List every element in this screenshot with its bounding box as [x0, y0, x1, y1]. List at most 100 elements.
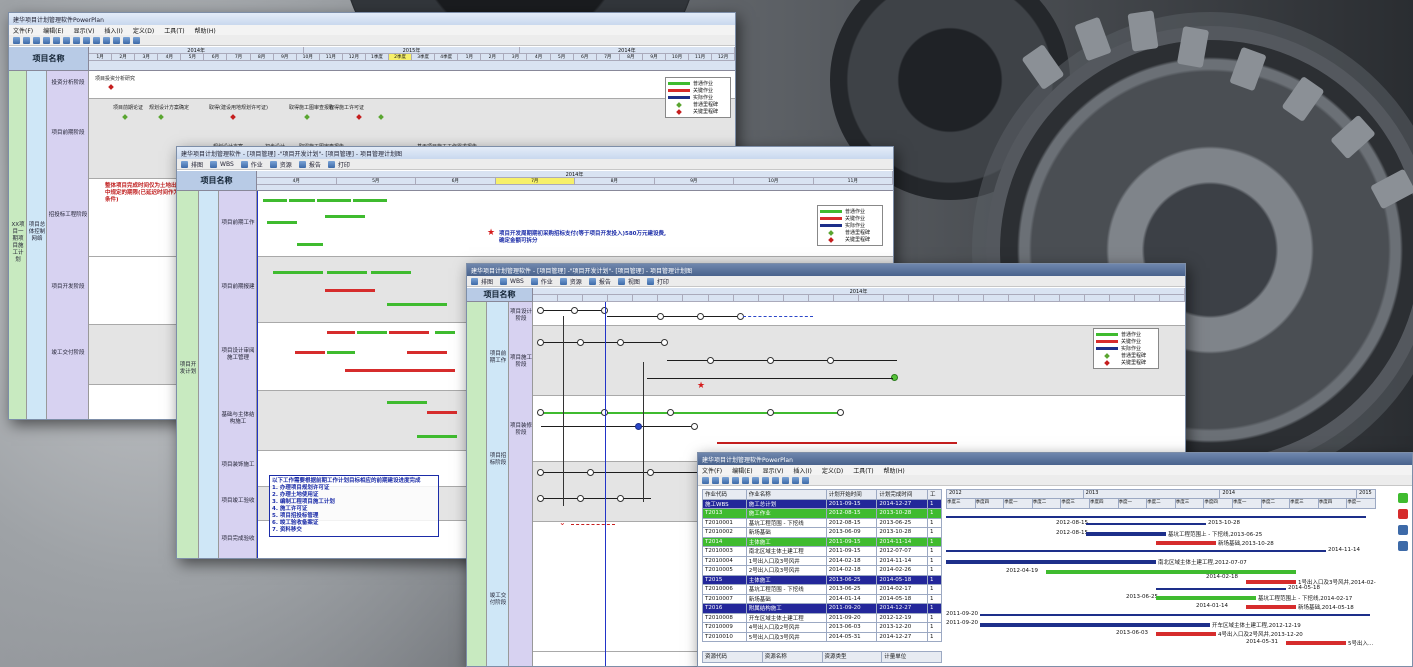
zoom-icon[interactable] [772, 476, 779, 484]
task-bar-critical[interactable] [295, 351, 325, 354]
task-bar-critical[interactable] [325, 289, 375, 292]
menu-insert[interactable]: 插入(I) [793, 466, 811, 475]
layout-icon[interactable] [181, 160, 188, 168]
menu-file[interactable]: 文件(F) [702, 466, 722, 475]
network-node[interactable] [661, 339, 668, 346]
task-bar[interactable] [353, 199, 387, 202]
resource-icon[interactable] [559, 277, 567, 285]
report-icon[interactable] [298, 160, 306, 168]
task-bar[interactable] [263, 199, 287, 202]
filter-icon[interactable] [103, 36, 110, 44]
toolbar-label[interactable]: WBS [510, 278, 524, 285]
column-header[interactable]: 计划开始时间 [825, 489, 878, 500]
task-bar[interactable] [267, 221, 297, 224]
task-bar-critical[interactable] [407, 351, 447, 354]
print-icon[interactable] [43, 36, 50, 44]
summary-bar[interactable] [1156, 588, 1286, 590]
task-icon[interactable] [240, 160, 248, 168]
network-node[interactable] [577, 495, 584, 502]
toolbar-label[interactable]: 资源 [280, 160, 292, 169]
task-bar[interactable] [289, 199, 315, 202]
filter-icon[interactable] [782, 476, 789, 484]
table-row[interactable]: T2010001 基坑工程范围 - 下挖线 2012-08-15 2013-06-25… [702, 517, 943, 528]
new-icon[interactable] [702, 476, 709, 484]
toolbar-label[interactable]: 排图 [481, 277, 493, 286]
column-header[interactable]: 资源类型 [823, 652, 883, 662]
network-node[interactable] [767, 409, 774, 416]
menu-file[interactable]: 文件(F) [13, 26, 33, 35]
task-bar[interactable] [327, 271, 367, 274]
task-bar[interactable] [371, 271, 411, 274]
settings-icon[interactable] [802, 476, 809, 484]
summary-bar[interactable] [1086, 523, 1206, 525]
menu-edit[interactable]: 编辑(E) [43, 26, 63, 35]
task-bar[interactable] [317, 199, 351, 202]
task-bar[interactable] [297, 243, 323, 246]
network-node[interactable] [617, 495, 624, 502]
layout-icon[interactable] [471, 277, 478, 285]
table-row[interactable]: T2010010 5号出入口及3号风井 2014-05-31 2014-12-27 1 [702, 631, 943, 642]
menu-view[interactable]: 显示(V) [763, 466, 784, 475]
network-node[interactable] [537, 409, 544, 416]
copy-icon[interactable] [752, 476, 759, 484]
toolbar-label[interactable]: 资源 [570, 277, 582, 286]
task-bar-critical[interactable] [345, 369, 455, 372]
task-bar[interactable] [357, 331, 387, 334]
resource-icon[interactable] [269, 160, 277, 168]
menu-tools[interactable]: 工具(T) [853, 466, 873, 475]
network-node[interactable] [537, 307, 544, 314]
paste-icon[interactable] [73, 36, 80, 44]
toolbar-label[interactable]: 报告 [599, 277, 611, 286]
column-header[interactable]: 作业代码 [702, 489, 747, 500]
task-bar-critical[interactable] [427, 411, 457, 414]
network-node[interactable] [667, 409, 674, 416]
task-bar[interactable] [1086, 532, 1166, 536]
task-bar-critical[interactable] [1246, 605, 1296, 609]
column-header[interactable]: 计划完成时间 [876, 489, 928, 500]
link-icon[interactable] [1398, 541, 1408, 551]
task-bar-critical[interactable] [1286, 641, 1346, 645]
summary-bar[interactable] [946, 516, 1366, 518]
column-header[interactable]: 资源名称 [763, 652, 823, 662]
save-icon[interactable] [722, 476, 729, 484]
wbs-icon[interactable] [500, 277, 508, 285]
table-row[interactable]: T2010003 南北区域主体土建工程 2011-09-15 2012-07-07 1 [702, 546, 943, 557]
table-row[interactable]: T2010004 1号出入口及3号风井 2014-02-18 2014-11-14 1 [702, 555, 943, 566]
menu-define[interactable]: 定义(D) [822, 466, 843, 475]
task-bar[interactable] [435, 331, 455, 334]
print-icon[interactable] [327, 160, 335, 168]
column-header[interactable]: 资源代码 [703, 652, 763, 662]
column-header[interactable]: 工 [926, 489, 943, 500]
network-node[interactable] [837, 409, 844, 416]
table-row[interactable]: T2010008 开车区域主体土建工程 2011-09-20 2012-12-19 1 [702, 612, 943, 623]
paste-icon[interactable] [762, 476, 769, 484]
add-icon[interactable] [1398, 493, 1408, 503]
table-row[interactable]: T2014 主体施工 2011-09-15 2014-11-14 1 [702, 536, 943, 547]
network-node[interactable] [571, 307, 578, 314]
menu-define[interactable]: 定义(D) [133, 26, 154, 35]
toolbar-label[interactable]: 打印 [657, 277, 669, 286]
task-bar[interactable] [417, 435, 457, 438]
table-row[interactable]: T2010006 基坑工程范围 - 下挖线 2013-06-25 2014-02-17… [702, 584, 943, 595]
task-bar[interactable] [327, 351, 355, 354]
table-row[interactable]: T2016 附属结构施工 2011-09-20 2014-12-27 1 [702, 603, 943, 614]
report-icon[interactable] [588, 277, 596, 285]
network-node[interactable] [577, 339, 584, 346]
network-node[interactable] [617, 339, 624, 346]
task-bar-critical[interactable] [1156, 541, 1216, 545]
menu-help[interactable]: 帮助(H) [884, 466, 905, 475]
menu-insert[interactable]: 插入(I) [104, 26, 122, 35]
task-bar[interactable] [980, 623, 1210, 627]
print-icon[interactable] [732, 476, 739, 484]
network-node-active[interactable] [635, 423, 642, 430]
toolbar-label[interactable]: 作业 [251, 160, 263, 169]
menu-tools[interactable]: 工具(T) [164, 26, 184, 35]
task-bar-progress[interactable] [1156, 596, 1256, 600]
wbs-icon[interactable] [210, 160, 218, 168]
task-bar-critical[interactable] [327, 331, 355, 334]
network-node[interactable] [537, 495, 544, 502]
task-bar-critical[interactable] [1156, 632, 1216, 636]
network-node[interactable] [537, 339, 544, 346]
toolbar-label[interactable]: 排图 [191, 160, 203, 169]
network-node[interactable] [767, 357, 774, 364]
